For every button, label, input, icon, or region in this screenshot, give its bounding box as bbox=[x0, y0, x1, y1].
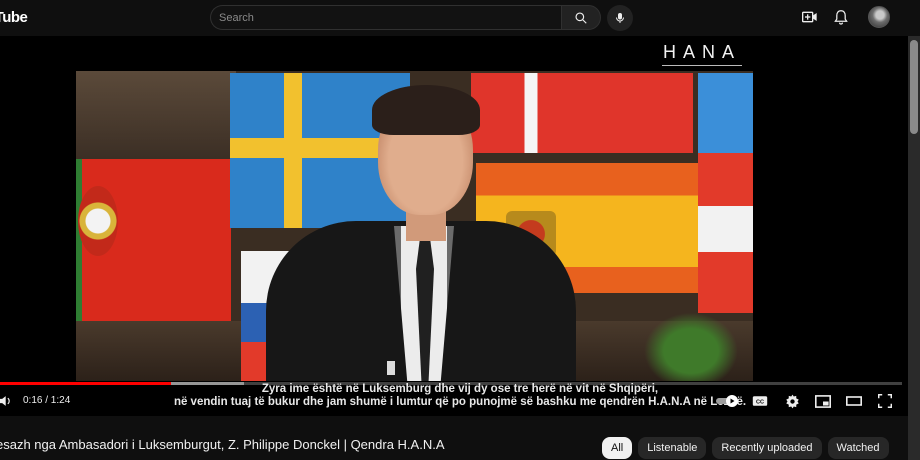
notifications-button[interactable] bbox=[832, 8, 850, 26]
video-player[interactable]: HANA Zyra ime është në Luksemburg dhe vi… bbox=[0, 36, 910, 416]
autoplay-toggle[interactable] bbox=[716, 392, 740, 410]
denmark-flag bbox=[471, 73, 693, 153]
progress-played bbox=[0, 382, 172, 385]
background-shelf bbox=[76, 71, 236, 161]
lapel-mic bbox=[387, 361, 395, 375]
fullscreen-icon bbox=[878, 394, 892, 408]
fullscreen-button[interactable] bbox=[876, 392, 894, 410]
time-display: 0:16 / 1:24 bbox=[23, 395, 71, 406]
voice-search-button[interactable] bbox=[607, 5, 633, 31]
search-button[interactable] bbox=[561, 5, 601, 30]
create-button[interactable] bbox=[801, 8, 819, 26]
settings-button[interactable] bbox=[783, 392, 801, 410]
volume-icon bbox=[0, 396, 10, 406]
settings-icon bbox=[785, 394, 799, 408]
search-icon bbox=[575, 11, 587, 24]
search-box bbox=[210, 5, 561, 30]
chip-all[interactable]: All bbox=[602, 437, 633, 459]
theater-mode-icon bbox=[846, 396, 862, 406]
create-video-icon bbox=[802, 11, 817, 23]
filter-chips: All Listenable Recently uploaded Watched bbox=[602, 437, 889, 459]
youtube-logo[interactable]: uTube bbox=[0, 9, 28, 26]
chip-listenable[interactable]: Listenable bbox=[638, 437, 707, 459]
captions-button[interactable]: CC bbox=[751, 392, 769, 410]
captions-icon: CC bbox=[752, 396, 768, 406]
player-controls: 0:16 / 1:24 CC bbox=[0, 386, 910, 416]
video-frame bbox=[76, 71, 753, 381]
portugal-emblem bbox=[78, 186, 118, 256]
channel-watermark: HANA bbox=[662, 42, 742, 67]
mic-icon bbox=[616, 13, 624, 23]
austria-flag bbox=[698, 153, 753, 313]
plant bbox=[636, 306, 746, 381]
notifications-icon bbox=[834, 10, 848, 25]
theater-mode-button[interactable] bbox=[845, 392, 863, 410]
blue-flag bbox=[698, 73, 753, 153]
avatar[interactable] bbox=[868, 6, 890, 28]
chip-watched[interactable]: Watched bbox=[827, 437, 889, 459]
miniplayer-button[interactable] bbox=[814, 392, 832, 410]
video-title: esazh nga Ambasadori i Luksemburgut, Z. … bbox=[0, 437, 445, 452]
miniplayer-icon bbox=[815, 394, 831, 408]
chip-recently-uploaded[interactable]: Recently uploaded bbox=[712, 437, 822, 459]
watermark-text: HANA bbox=[662, 42, 741, 62]
page-scrollbar-thumb[interactable] bbox=[910, 40, 918, 134]
mute-button[interactable] bbox=[0, 392, 14, 410]
person-hair bbox=[372, 85, 480, 135]
search-input[interactable] bbox=[219, 9, 549, 26]
watermark-underline bbox=[662, 65, 742, 67]
progress-bar[interactable] bbox=[0, 382, 902, 385]
autoplay-toggle-icon bbox=[716, 395, 738, 407]
masthead: uTube bbox=[0, 0, 920, 36]
svg-text:CC: CC bbox=[756, 399, 764, 405]
